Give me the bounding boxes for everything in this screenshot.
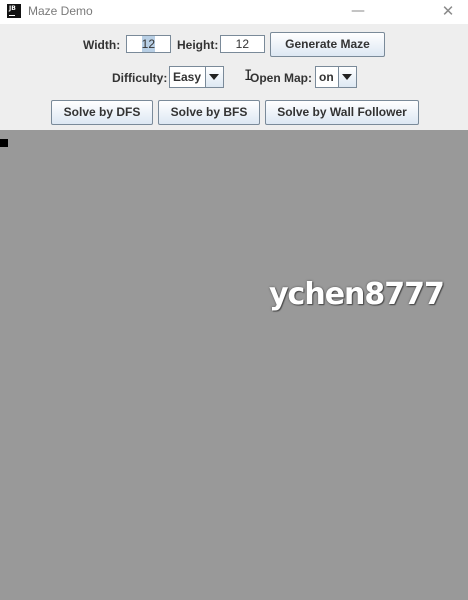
chevron-down-icon <box>342 74 352 80</box>
height-label: Height: <box>177 38 219 52</box>
difficulty-dropdown-button[interactable] <box>205 67 223 87</box>
width-input[interactable]: 12 <box>126 35 171 53</box>
difficulty-select[interactable]: Easy <box>169 66 224 88</box>
close-button[interactable]: ✕ <box>426 0 468 24</box>
control-panel: Width: 12 Height: 12 Generate Maze Diffi… <box>0 24 468 130</box>
open-map-select-value: on <box>319 70 334 84</box>
open-map-dropdown-button[interactable] <box>338 67 356 87</box>
height-input[interactable]: 12 <box>220 35 265 53</box>
width-input-value: 12 <box>141 36 155 52</box>
chevron-down-icon <box>209 74 219 80</box>
text-cursor-icon: I <box>244 68 253 84</box>
height-input-value: 12 <box>235 37 249 51</box>
minimize-button[interactable]: — <box>336 0 380 24</box>
watermark-text: ychen8777 <box>269 277 445 312</box>
solve-dfs-button[interactable]: Solve by DFS <box>51 100 153 125</box>
app-icon-text: JB <box>9 5 16 12</box>
window-title: Maze Demo <box>28 4 93 18</box>
generate-maze-button[interactable]: Generate Maze <box>270 32 385 57</box>
width-label: Width: <box>83 38 121 52</box>
difficulty-select-value: Easy <box>173 70 202 84</box>
solve-bfs-button[interactable]: Solve by BFS <box>158 100 260 125</box>
difficulty-label: Difficulty: <box>112 71 168 85</box>
app-icon: JB <box>7 4 21 18</box>
open-map-select[interactable]: on <box>315 66 357 88</box>
app-icon-underline <box>9 15 15 16</box>
solve-wall-follower-button[interactable]: Solve by Wall Follower <box>265 100 419 125</box>
maze-start-marker <box>0 139 8 147</box>
title-bar: JB Maze Demo — ✕ <box>0 0 468 24</box>
maze-canvas[interactable]: ychen8777 <box>0 130 468 600</box>
open-map-label: Open Map: <box>250 71 312 85</box>
